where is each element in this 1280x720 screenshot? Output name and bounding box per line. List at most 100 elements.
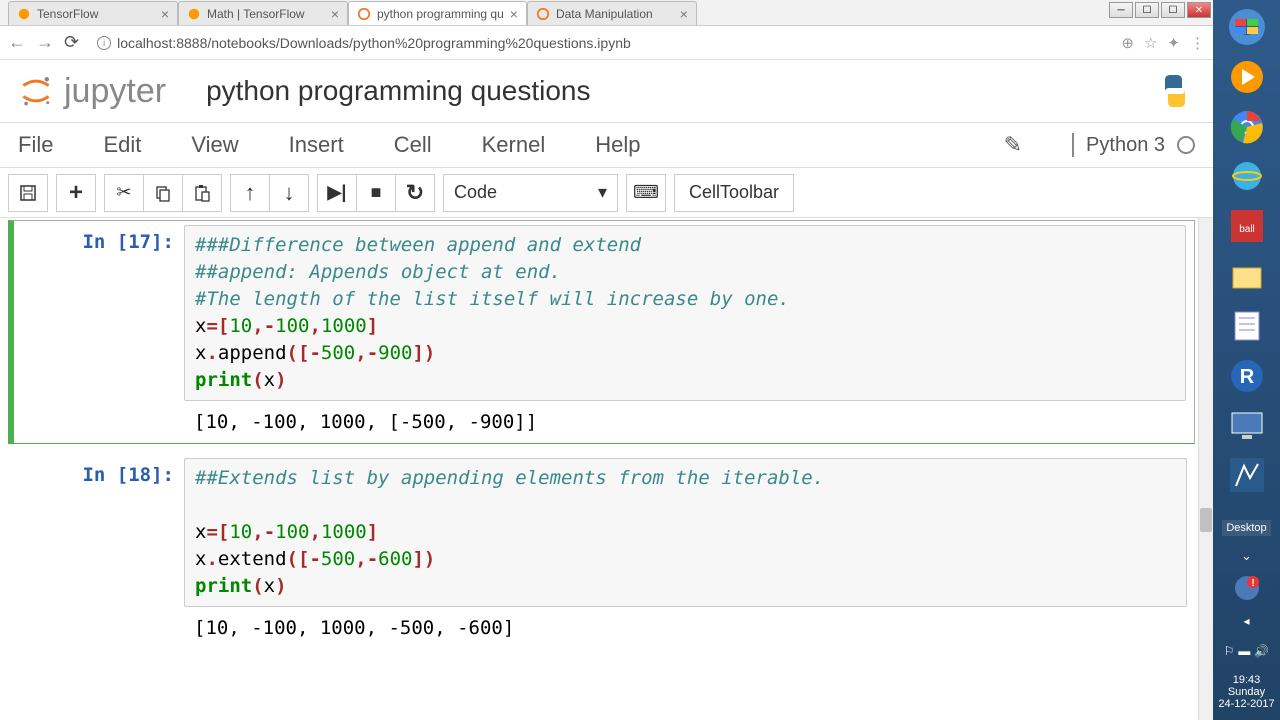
tab-close-icon[interactable]: × [331, 6, 339, 22]
address-bar: ← → ⟳ i localhost:8888/notebooks/Downloa… [0, 26, 1213, 60]
code-input[interactable]: ##Extends list by appending elements fro… [184, 458, 1187, 607]
tab-close-icon[interactable]: × [680, 6, 688, 22]
ie-icon[interactable] [1225, 155, 1269, 197]
desktop-label[interactable]: Desktop [1222, 520, 1270, 536]
jupyter-logo-icon [18, 73, 54, 109]
system-tray[interactable]: ◂ [1243, 610, 1249, 632]
menu-edit[interactable]: Edit [103, 132, 141, 158]
back-button[interactable]: ← [8, 32, 26, 53]
browser-tab[interactable]: Math | TensorFlow × [178, 1, 348, 25]
volume-icon[interactable]: 🔊 [1254, 644, 1269, 658]
url-input[interactable]: i localhost:8888/notebooks/Downloads/pyt… [89, 30, 1111, 56]
bookmark-star-icon[interactable]: ☆ [1144, 34, 1157, 52]
restart-button[interactable]: ↻ [395, 174, 435, 212]
tab-close-icon[interactable]: × [510, 6, 518, 22]
menu-insert[interactable]: Insert [289, 132, 344, 158]
jupyter-logo-text: jupyter [64, 72, 166, 111]
python-logo-icon [1155, 71, 1195, 111]
r-icon[interactable]: R [1225, 355, 1269, 397]
code-input[interactable]: ###Difference between append and extend#… [184, 225, 1186, 401]
code-cell[interactable]: In [18]:##Extends list by appending elem… [14, 458, 1195, 643]
reload-button[interactable]: ⟳ [64, 32, 79, 53]
browser-tab[interactable]: TensorFlow × [8, 1, 178, 25]
edit-icon[interactable]: ✎ [1004, 132, 1022, 158]
vertical-scrollbar[interactable] [1198, 218, 1213, 720]
tensorflow-icon [17, 7, 31, 21]
app-icon[interactable] [1225, 454, 1269, 496]
browser-window: TensorFlow × Math | TensorFlow × python … [0, 0, 1213, 720]
menu-view[interactable]: View [191, 132, 238, 158]
cut-button[interactable]: ✂ [104, 174, 144, 212]
jupyter-icon [357, 7, 371, 21]
cell-type-select[interactable]: Code ▾ [443, 174, 618, 212]
iball-icon[interactable]: ball [1225, 205, 1269, 247]
kernel-name[interactable]: Python 3 [1086, 134, 1165, 157]
clock[interactable]: 19:43 Sunday 24-12-2017 [1213, 670, 1280, 714]
move-up-button[interactable]: ↑ [230, 174, 270, 212]
copy-button[interactable] [143, 174, 183, 212]
notebook-title[interactable]: python programming questions [206, 75, 590, 107]
cell-output: [10, -100, 1000, [-500, -900]] [184, 401, 1186, 437]
move-down-button[interactable]: ↓ [269, 174, 309, 212]
extensions-icon[interactable]: ✦ [1167, 34, 1180, 52]
save-button[interactable] [8, 174, 48, 212]
chrome-menu-icon[interactable]: ⋮ [1190, 34, 1205, 52]
minimize-button[interactable]: ─ [1109, 2, 1133, 18]
code-cell[interactable]: In [17]:###Difference between append and… [8, 220, 1195, 444]
monitor-icon[interactable] [1225, 405, 1269, 447]
cell-type-value: Code [454, 182, 497, 203]
media-player-icon[interactable] [1225, 56, 1269, 98]
window-controls: ─ ☐ ☐ ✕ [1109, 2, 1211, 18]
menu-file[interactable]: File [18, 132, 53, 158]
browser-tab[interactable]: Data Manipulation × [527, 1, 697, 25]
svg-text:R: R [1239, 366, 1254, 388]
network-icon[interactable]: ▬ [1238, 644, 1250, 658]
browser-tabs-bar: TensorFlow × Math | TensorFlow × python … [0, 0, 1213, 26]
interrupt-button[interactable]: ■ [356, 174, 396, 212]
tab-title: Math | TensorFlow [207, 7, 325, 21]
folder-icon[interactable] [1225, 255, 1269, 297]
clock-date: 24-12-2017 [1213, 698, 1280, 710]
run-button[interactable]: ▶| [317, 174, 357, 212]
start-button[interactable] [1225, 6, 1269, 48]
tab-title: TensorFlow [37, 7, 155, 21]
notepad-icon[interactable] [1225, 305, 1269, 347]
close-window-button[interactable]: ✕ [1187, 2, 1211, 18]
jupyter-header: jupyter python programming questions [0, 60, 1213, 122]
scrollbar-thumb[interactable] [1200, 508, 1212, 532]
maximize-button[interactable]: ☐ [1161, 2, 1185, 18]
tray-arrow-icon[interactable]: ◂ [1243, 614, 1249, 628]
paste-button[interactable] [182, 174, 222, 212]
restore-button[interactable]: ☐ [1135, 2, 1159, 18]
info-icon[interactable]: i [97, 36, 111, 50]
menu-help[interactable]: Help [595, 132, 640, 158]
menu-bar: File Edit View Insert Cell Kernel Help ✎… [0, 122, 1213, 168]
windows-taskbar: ball R Desktop ⌄ ! ◂ ⚐ ▬ 🔊 19:43 Sunday … [1213, 0, 1280, 720]
tab-close-icon[interactable]: × [161, 6, 169, 22]
kernel-indicator: Python 3 [1072, 133, 1195, 157]
jupyter-icon [536, 7, 550, 21]
chevron-icon[interactable]: ⌄ [1241, 546, 1252, 566]
clock-time: 19:43 [1213, 674, 1280, 686]
alert-icon[interactable]: ! [1233, 574, 1261, 602]
input-prompt: In [17]: [14, 225, 184, 437]
jupyter-logo[interactable]: jupyter [18, 72, 166, 111]
menu-kernel[interactable]: Kernel [482, 132, 546, 158]
menu-cell[interactable]: Cell [394, 132, 432, 158]
input-prompt: In [18]: [14, 458, 184, 643]
zoom-icon[interactable]: ⊕ [1121, 34, 1134, 52]
browser-tab-active[interactable]: python programming qu × [348, 1, 527, 25]
chevron-down-icon: ▾ [598, 182, 607, 203]
add-cell-button[interactable]: + [56, 174, 96, 212]
tab-title: python programming qu [377, 7, 504, 21]
url-text: localhost:8888/notebooks/Downloads/pytho… [117, 35, 631, 51]
clock-day: Sunday [1213, 686, 1280, 698]
cell-toolbar-button[interactable]: CellToolbar [674, 174, 794, 212]
notebook-area[interactable]: In [17]:###Difference between append and… [0, 218, 1213, 720]
chrome-icon[interactable] [1225, 106, 1269, 148]
command-palette-button[interactable]: ⌨ [626, 174, 666, 212]
flag-icon[interactable]: ⚐ [1224, 644, 1235, 658]
kernel-status-icon [1177, 136, 1195, 154]
cell-output: [10, -100, 1000, -500, -600] [184, 607, 1187, 643]
forward-button[interactable]: → [36, 32, 54, 53]
